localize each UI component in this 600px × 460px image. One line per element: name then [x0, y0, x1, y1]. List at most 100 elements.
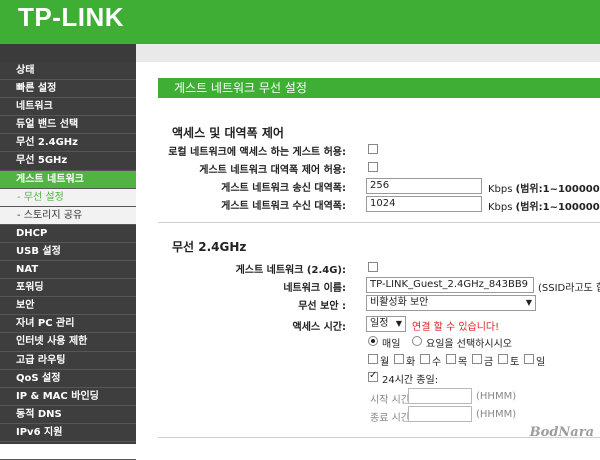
all-day-checkbox[interactable] [368, 370, 378, 382]
sidebar-item-security[interactable]: 보안 [0, 297, 136, 316]
day-checkbox-thu[interactable] [446, 354, 456, 364]
day-checkbox-sat[interactable] [498, 354, 508, 364]
access-section-heading: 액세스 및 대역폭 제어 [172, 126, 284, 140]
day-label-thu: 목 [458, 357, 468, 368]
ssid-input[interactable]: TP-LINK_Guest_2.4GHz_843BB9 [366, 277, 534, 293]
egress-bandwidth-input[interactable]: 256 [366, 178, 482, 194]
sidebar-item-label: 자녀 PC 관리 [16, 318, 75, 330]
sidebar-item-label: 듀얼 밴드 선택 [16, 119, 79, 131]
sidebar-item-label: 상태 [16, 65, 35, 76]
sidebar-item-status[interactable]: 상태 [0, 62, 136, 81]
sidebar-item-label: DHCP [16, 227, 48, 239]
sidebar-item-ip-mac-binding[interactable]: IP & MAC 바인딩 [0, 388, 136, 406]
access-time-select-value: 일정 [370, 318, 389, 329]
local-access-label: 로컬 네트워크에 액세스 하는 게스트 허용: [168, 147, 346, 158]
sidebar-item-label: 무선 5GHz [16, 155, 68, 167]
sidebar-item-qos[interactable]: QoS 설정 [0, 370, 136, 388]
ingress-unit-text: Kbps [488, 202, 513, 213]
sidebar-item-label: 무선 2.4GHz [16, 137, 78, 149]
divider [158, 222, 600, 223]
security-select-value: 비활성화 보안 [370, 297, 429, 308]
guest-network-checkbox[interactable] [368, 262, 378, 272]
day-checkbox-mon[interactable] [368, 354, 378, 364]
radio-daily[interactable] [368, 336, 378, 346]
sidebar-item-label: 고급 라우팅 [16, 354, 66, 366]
sidebar-item-label: 네트워크 [16, 101, 53, 113]
sidebar-item-parental-control[interactable]: 자녀 PC 관리 [0, 315, 136, 334]
local-access-checkbox[interactable] [368, 144, 378, 154]
access-time-label: 액세스 시간: [292, 322, 346, 333]
sidebar-item-network[interactable]: 네트워크 [0, 98, 136, 117]
sidebar-item-label: USB 설정 [16, 245, 61, 257]
sidebar-item-label: 포워딩 [16, 282, 44, 294]
sidebar-item-guest-wireless-settings[interactable]: - 무선 설정 [0, 188, 136, 207]
sidebar-item-ipv6[interactable]: IPv6 지원 [0, 424, 136, 442]
end-time-hint: (HHMM) [476, 409, 517, 420]
day-checkbox-sun[interactable] [524, 354, 534, 364]
watermark: BodNara [529, 425, 594, 440]
radio-select-day-label: 요일을 선택하시시오 [426, 339, 512, 350]
sidebar-item-label: 시스템 도구 [16, 444, 66, 456]
sidebar-item-label: 인터넷 사용 제한 [16, 336, 88, 348]
security-select[interactable]: 비활성화 보안 ▼ [366, 295, 536, 311]
day-checkbox-fri[interactable] [472, 354, 482, 364]
dropdown-arrow-icon: ▼ [525, 298, 532, 307]
start-time-hint: (HHMM) [476, 391, 517, 402]
ingress-unit: Kbps (범위:1~1000000) [488, 198, 600, 213]
sidebar-item-label: NAT [16, 264, 39, 276]
egress-unit-text: Kbps [488, 184, 513, 195]
day-label-tue: 화 [406, 357, 416, 368]
sidebar-item-access-control[interactable]: 인터넷 사용 제한 [0, 333, 136, 352]
sidebar-item-nat[interactable]: NAT [0, 261, 136, 280]
ingress-bandwidth-label: 게스트 네트워크 수신 대역폭: [221, 201, 346, 212]
dropdown-arrow-icon: ▼ [395, 319, 402, 328]
sidebar-item-ddns[interactable]: 동적 DNS [0, 406, 136, 424]
sidebar: 상태 빠른 설정 네트워크 듀얼 밴드 선택 무선 2.4GHz 무선 5GHz… [0, 62, 136, 460]
sidebar-item-label: IPv6 지원 [16, 426, 63, 438]
sidebar-item-storage-sharing[interactable]: - 스토리지 공유 [0, 206, 136, 225]
ingress-range-text: (범위:1~1000000) [515, 202, 600, 213]
access-time-select[interactable]: 일정 ▼ [366, 316, 406, 332]
sidebar-item-dhcp[interactable]: DHCP [0, 225, 136, 243]
sidebar-item-label: - 무선 설정 [17, 191, 64, 203]
sidebar-item-dual-band[interactable]: 듀얼 밴드 선택 [0, 116, 136, 135]
radio-select-day[interactable] [412, 336, 422, 346]
bandwidth-control-checkbox[interactable] [368, 162, 378, 172]
sidebar-item-system-tools[interactable]: 시스템 도구 [0, 442, 136, 460]
ssid-label: 네트워크 이름: [283, 283, 346, 294]
egress-unit: Kbps (범위:1~1000000) [488, 180, 600, 195]
day-label-fri: 금 [484, 357, 494, 368]
wireless-section-heading: 무선 2.4GHz [172, 240, 247, 254]
sidebar-item-wireless-24[interactable]: 무선 2.4GHz [0, 134, 136, 153]
sidebar-item-label: - 스토리지 공유 [17, 209, 83, 221]
sidebar-item-label: 동적 DNS [16, 408, 62, 420]
end-time-input[interactable] [408, 406, 472, 422]
sidebar-item-wireless-5[interactable]: 무선 5GHz [0, 152, 136, 171]
sidebar-item-label: 보안 [16, 300, 35, 312]
start-time-input[interactable] [408, 388, 472, 404]
ssid-note: (SSID라고도 합 [538, 283, 600, 294]
header: TP-LINK [0, 0, 600, 44]
sidebar-item-label: 빠른 설정 [16, 83, 57, 95]
day-label-sun: 일 [536, 357, 546, 368]
tp-link-logo: TP-LINK [18, 2, 125, 32]
page-title: 게스트 네트워크 무선 설정 [158, 78, 600, 98]
security-label: 무선 보안 : [298, 301, 346, 312]
sidebar-item-label: QoS 설정 [16, 372, 61, 384]
day-checkbox-tue[interactable] [394, 354, 404, 364]
sidebar-item-guest-network[interactable]: 게스트 네트워크 [0, 170, 136, 189]
day-checkbox-wed[interactable] [420, 354, 430, 364]
sidebar-item-usb[interactable]: USB 설정 [0, 243, 136, 262]
sidebar-item-label: 게스트 네트워크 [16, 173, 84, 185]
header-strip [0, 44, 600, 63]
guest-network-label: 게스트 네트워크 (2.4G): [235, 265, 346, 276]
sidebar-item-quick-setup[interactable]: 빠른 설정 [0, 80, 136, 99]
sidebar-item-forwarding[interactable]: 포워딩 [0, 279, 136, 298]
all-day-label: 24시간 종일: [382, 375, 439, 386]
ingress-bandwidth-input[interactable]: 1024 [366, 196, 482, 212]
day-label-wed: 수 [432, 357, 442, 368]
sidebar-item-advanced-routing[interactable]: 고급 라우팅 [0, 352, 136, 370]
day-label-sat: 토 [510, 357, 520, 368]
day-label-mon: 월 [380, 357, 390, 368]
main-content: 게스트 네트워크 무선 설정 액세스 및 대역폭 제어 로컬 네트워크에 액세스… [136, 62, 600, 444]
